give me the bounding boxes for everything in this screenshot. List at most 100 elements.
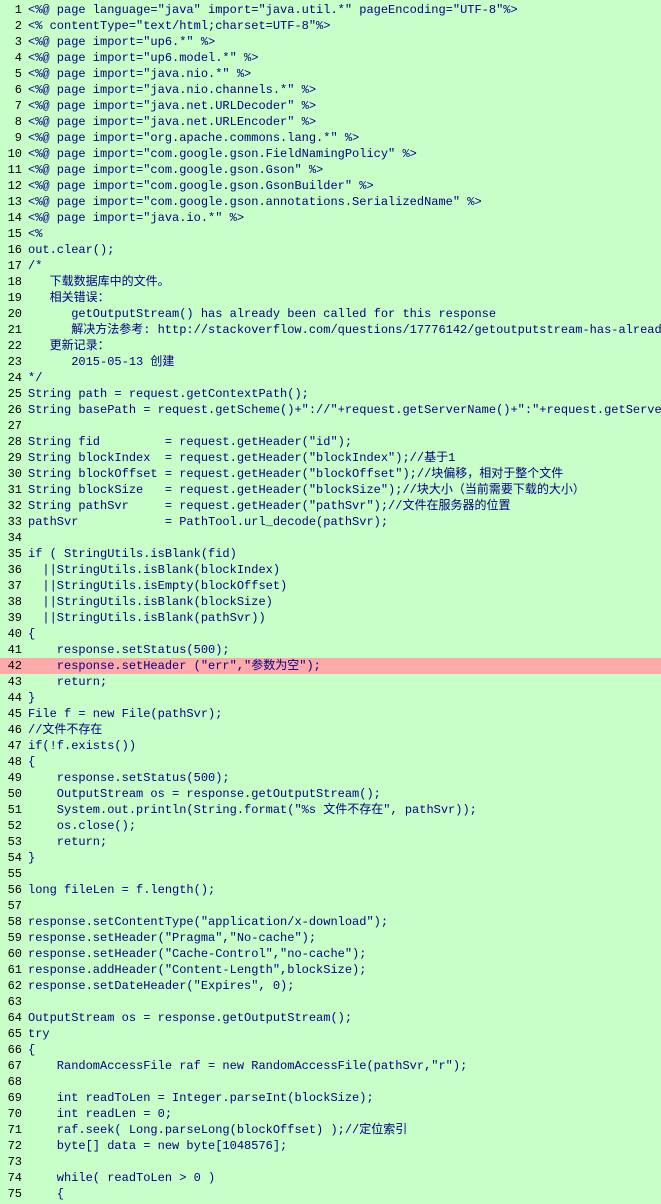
- line-content: String blockOffset = request.getHeader("…: [28, 466, 661, 482]
- line-content: 解决方法参考: http://stackoverflow.com/questio…: [28, 322, 661, 338]
- line-number: 22: [0, 338, 28, 354]
- line-content: //文件不存在: [28, 722, 661, 738]
- code-line: 11<%@ page import="com.google.gson.Gson"…: [0, 162, 661, 178]
- line-content: return;: [28, 834, 661, 850]
- code-line: 29String blockIndex = request.getHeader(…: [0, 450, 661, 466]
- line-number: 24: [0, 370, 28, 386]
- line-number: 66: [0, 1042, 28, 1058]
- line-content: <%@ page import="com.google.gson.annotat…: [28, 194, 661, 210]
- line-content: [28, 1154, 661, 1170]
- code-line: 69 int readToLen = Integer.parseInt(bloc…: [0, 1090, 661, 1106]
- code-line: 18 下载数据库中的文件。: [0, 274, 661, 290]
- line-number: 59: [0, 930, 28, 946]
- line-number: 71: [0, 1122, 28, 1138]
- line-content: }: [28, 850, 661, 866]
- line-number: 50: [0, 786, 28, 802]
- line-number: 57: [0, 898, 28, 914]
- code-line: 63: [0, 994, 661, 1010]
- line-number: 16: [0, 242, 28, 258]
- code-line: 10<%@ page import="com.google.gson.Field…: [0, 146, 661, 162]
- code-line: 54}: [0, 850, 661, 866]
- line-content: <%@ page import="java.net.URLEncoder" %>: [28, 114, 661, 130]
- line-content: response.setHeader("Pragma","No-cache");: [28, 930, 661, 946]
- line-content: <%@ page import="java.io.*" %>: [28, 210, 661, 226]
- line-number: 60: [0, 946, 28, 962]
- code-line: 15<%: [0, 226, 661, 242]
- line-number: 43: [0, 674, 28, 690]
- code-line: 16out.clear();: [0, 242, 661, 258]
- line-content: response.setStatus(500);: [28, 642, 661, 658]
- line-content: {: [28, 754, 661, 770]
- line-number: 48: [0, 754, 28, 770]
- code-line: 39 ||StringUtils.isBlank(pathSvr)): [0, 610, 661, 626]
- line-number: 11: [0, 162, 28, 178]
- code-line: 2<% contentType="text/html;charset=UTF-8…: [0, 18, 661, 34]
- line-number: 4: [0, 50, 28, 66]
- code-line: 61response.addHeader("Content-Length",bl…: [0, 962, 661, 978]
- line-number: 64: [0, 1010, 28, 1026]
- line-content: /*: [28, 258, 661, 274]
- code-line: 22 更新记录：: [0, 338, 661, 354]
- line-number: 40: [0, 626, 28, 642]
- line-number: 75: [0, 1186, 28, 1202]
- code-line: 66{: [0, 1042, 661, 1058]
- code-line: 13<%@ page import="com.google.gson.annot…: [0, 194, 661, 210]
- code-editor: 1<%@ page language="java" import="java.u…: [0, 0, 661, 1204]
- code-line: 37 ||StringUtils.isEmpty(blockOffset): [0, 578, 661, 594]
- code-line: 9<%@ page import="org.apache.commons.lan…: [0, 130, 661, 146]
- code-line: 70 int readLen = 0;: [0, 1106, 661, 1122]
- code-line: 20 getOutputStream() has already been ca…: [0, 306, 661, 322]
- line-number: 23: [0, 354, 28, 370]
- line-number: 26: [0, 402, 28, 418]
- code-line: 8<%@ page import="java.net.URLEncoder" %…: [0, 114, 661, 130]
- line-number: 44: [0, 690, 28, 706]
- code-line: 19 相关错误：: [0, 290, 661, 306]
- line-number: 3: [0, 34, 28, 50]
- code-line: 1<%@ page language="java" import="java.u…: [0, 2, 661, 18]
- line-number: 36: [0, 562, 28, 578]
- code-line: 31String blockSize = request.getHeader("…: [0, 482, 661, 498]
- line-number: 39: [0, 610, 28, 626]
- code-line: 75 {: [0, 1186, 661, 1202]
- line-number: 67: [0, 1058, 28, 1074]
- line-content: response.setDateHeader("Expires", 0);: [28, 978, 661, 994]
- line-content: {: [28, 1186, 661, 1202]
- line-content: */: [28, 370, 661, 386]
- line-content: OutputStream os = response.getOutputStre…: [28, 1010, 661, 1026]
- line-number: 69: [0, 1090, 28, 1106]
- line-number: 31: [0, 482, 28, 498]
- line-content: <%@ page import="java.nio.*" %>: [28, 66, 661, 82]
- code-line: 49 response.setStatus(500);: [0, 770, 661, 786]
- code-line: 6<%@ page import="java.nio.channels.*" %…: [0, 82, 661, 98]
- line-content: getOutputStream() has already been calle…: [28, 306, 661, 322]
- line-number: 53: [0, 834, 28, 850]
- line-content: while( readToLen > 0 ): [28, 1170, 661, 1186]
- line-number: 30: [0, 466, 28, 482]
- line-content: <%@ page import="up6.*" %>: [28, 34, 661, 50]
- code-line: 45File f = new File(pathSvr);: [0, 706, 661, 722]
- line-content: System.out.println(String.format("%s 文件不…: [28, 802, 661, 818]
- line-number: 46: [0, 722, 28, 738]
- line-content: RandomAccessFile raf = new RandomAccessF…: [28, 1058, 661, 1074]
- code-line: 71 raf.seek( Long.parseLong(blockOffset)…: [0, 1122, 661, 1138]
- code-line: 43 return;: [0, 674, 661, 690]
- line-number: 14: [0, 210, 28, 226]
- line-number: 37: [0, 578, 28, 594]
- code-line: 12<%@ page import="com.google.gson.GsonB…: [0, 178, 661, 194]
- code-line: 44}: [0, 690, 661, 706]
- line-number: 74: [0, 1170, 28, 1186]
- code-line: 46//文件不存在: [0, 722, 661, 738]
- line-number: 7: [0, 98, 28, 114]
- line-number: 70: [0, 1106, 28, 1122]
- line-number: 6: [0, 82, 28, 98]
- line-number: 28: [0, 434, 28, 450]
- line-content: <%: [28, 226, 661, 242]
- line-content: out.clear();: [28, 242, 661, 258]
- line-number: 41: [0, 642, 28, 658]
- line-number: 10: [0, 146, 28, 162]
- line-content: String blockSize = request.getHeader("bl…: [28, 482, 661, 498]
- line-content: 更新记录：: [28, 338, 661, 354]
- line-number: 55: [0, 866, 28, 882]
- code-line: 28String fid = request.getHeader("id");: [0, 434, 661, 450]
- line-content: response.setHeader ("err","参数为空");: [28, 658, 661, 674]
